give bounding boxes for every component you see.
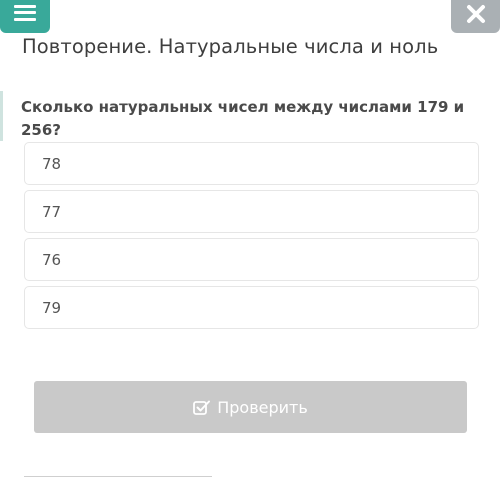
answer-option-label: 77 [42, 202, 62, 221]
hamburger-menu-icon [14, 4, 36, 21]
checkbox-icon [193, 399, 211, 415]
check-button[interactable]: Проверить [34, 381, 467, 433]
question-text: Сколько натуральных чисел между числами … [21, 98, 465, 139]
divider [24, 476, 212, 477]
answer-option[interactable]: 76 [24, 238, 479, 281]
answer-option[interactable]: 78 [24, 142, 479, 185]
answer-option[interactable]: 79 [24, 286, 479, 329]
answer-option[interactable]: 77 [24, 190, 479, 233]
answer-option-label: 76 [42, 250, 62, 269]
lesson-title: Повторение. Натуральные числа и ноль [22, 35, 439, 58]
question-accent-bar [0, 91, 3, 141]
answer-options: 78 77 76 79 [24, 142, 479, 334]
close-button[interactable] [451, 0, 500, 33]
menu-button[interactable] [0, 0, 50, 33]
close-icon [466, 4, 485, 23]
answer-option-label: 79 [42, 298, 62, 317]
answer-option-label: 78 [42, 154, 62, 173]
check-button-label: Проверить [217, 397, 308, 417]
